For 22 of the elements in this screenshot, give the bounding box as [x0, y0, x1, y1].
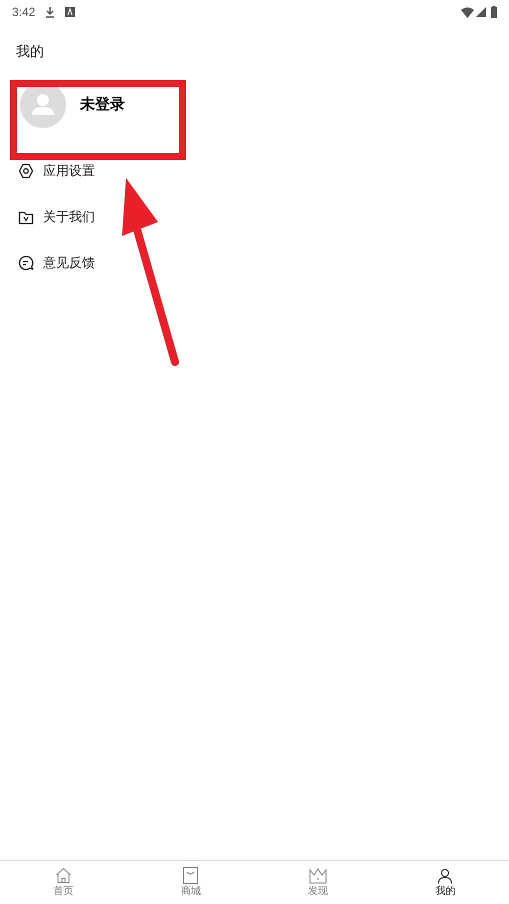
download-icon [45, 6, 56, 18]
tab-button[interactable]: 我的 [382, 861, 509, 904]
wifi-icon [461, 6, 474, 18]
menu-item[interactable]: 关于我们 [43, 207, 95, 227]
person-icon [437, 868, 454, 884]
login-status[interactable]: 未登录 [80, 94, 125, 116]
bag-icon [183, 867, 198, 884]
notification-icon [65, 7, 76, 17]
menu-item[interactable]: 意见反馈 [43, 253, 95, 273]
status-time: 3:42 [12, 4, 36, 21]
crown-icon [309, 868, 328, 884]
page-title: 我的 [16, 42, 44, 61]
tab-button[interactable]: 首页 [0, 861, 128, 904]
hexagon-gear-icon [18, 163, 34, 179]
signal-icon [476, 7, 486, 17]
tab-button[interactable]: 商城 [127, 861, 254, 904]
folder-icon [18, 209, 34, 225]
battery-icon [491, 6, 497, 18]
tab-button[interactable]: 发现 [254, 861, 382, 904]
home-icon [55, 867, 72, 884]
chat-icon [18, 255, 34, 271]
menu-item[interactable]: 应用设置 [43, 161, 95, 181]
